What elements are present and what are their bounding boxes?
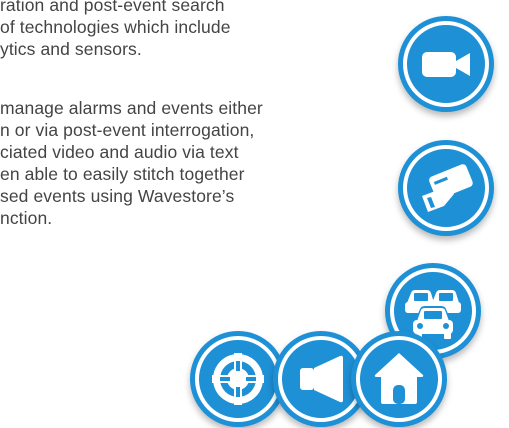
detail-paragraph: manage alarms and events either n or via… bbox=[0, 97, 263, 229]
crosshair-target-button bbox=[190, 331, 286, 427]
crosshair-target-icon bbox=[195, 336, 281, 422]
access-card-button bbox=[398, 140, 494, 236]
access-card-icon bbox=[403, 145, 489, 231]
home-icon bbox=[356, 336, 442, 422]
detail-line: sed events using Wavestore’s bbox=[0, 186, 235, 206]
video-camera-button bbox=[398, 16, 494, 112]
detail-line: manage alarms and events either bbox=[0, 98, 263, 118]
detail-line: n or via post-event interrogation, bbox=[0, 120, 255, 140]
detail-line: en able to easily stitch together bbox=[0, 164, 245, 184]
video-camera-icon bbox=[403, 21, 489, 107]
intro-paragraph: ration and post-event search of technolo… bbox=[0, 0, 231, 60]
detail-line: ciated video and audio via text bbox=[0, 142, 239, 162]
detail-line: nction. bbox=[0, 208, 53, 228]
home-button bbox=[351, 331, 447, 427]
intro-line: ration and post-event search bbox=[0, 0, 225, 15]
intro-line: ytics and sensors. bbox=[0, 39, 142, 59]
intro-line: of technologies which include bbox=[0, 17, 231, 37]
